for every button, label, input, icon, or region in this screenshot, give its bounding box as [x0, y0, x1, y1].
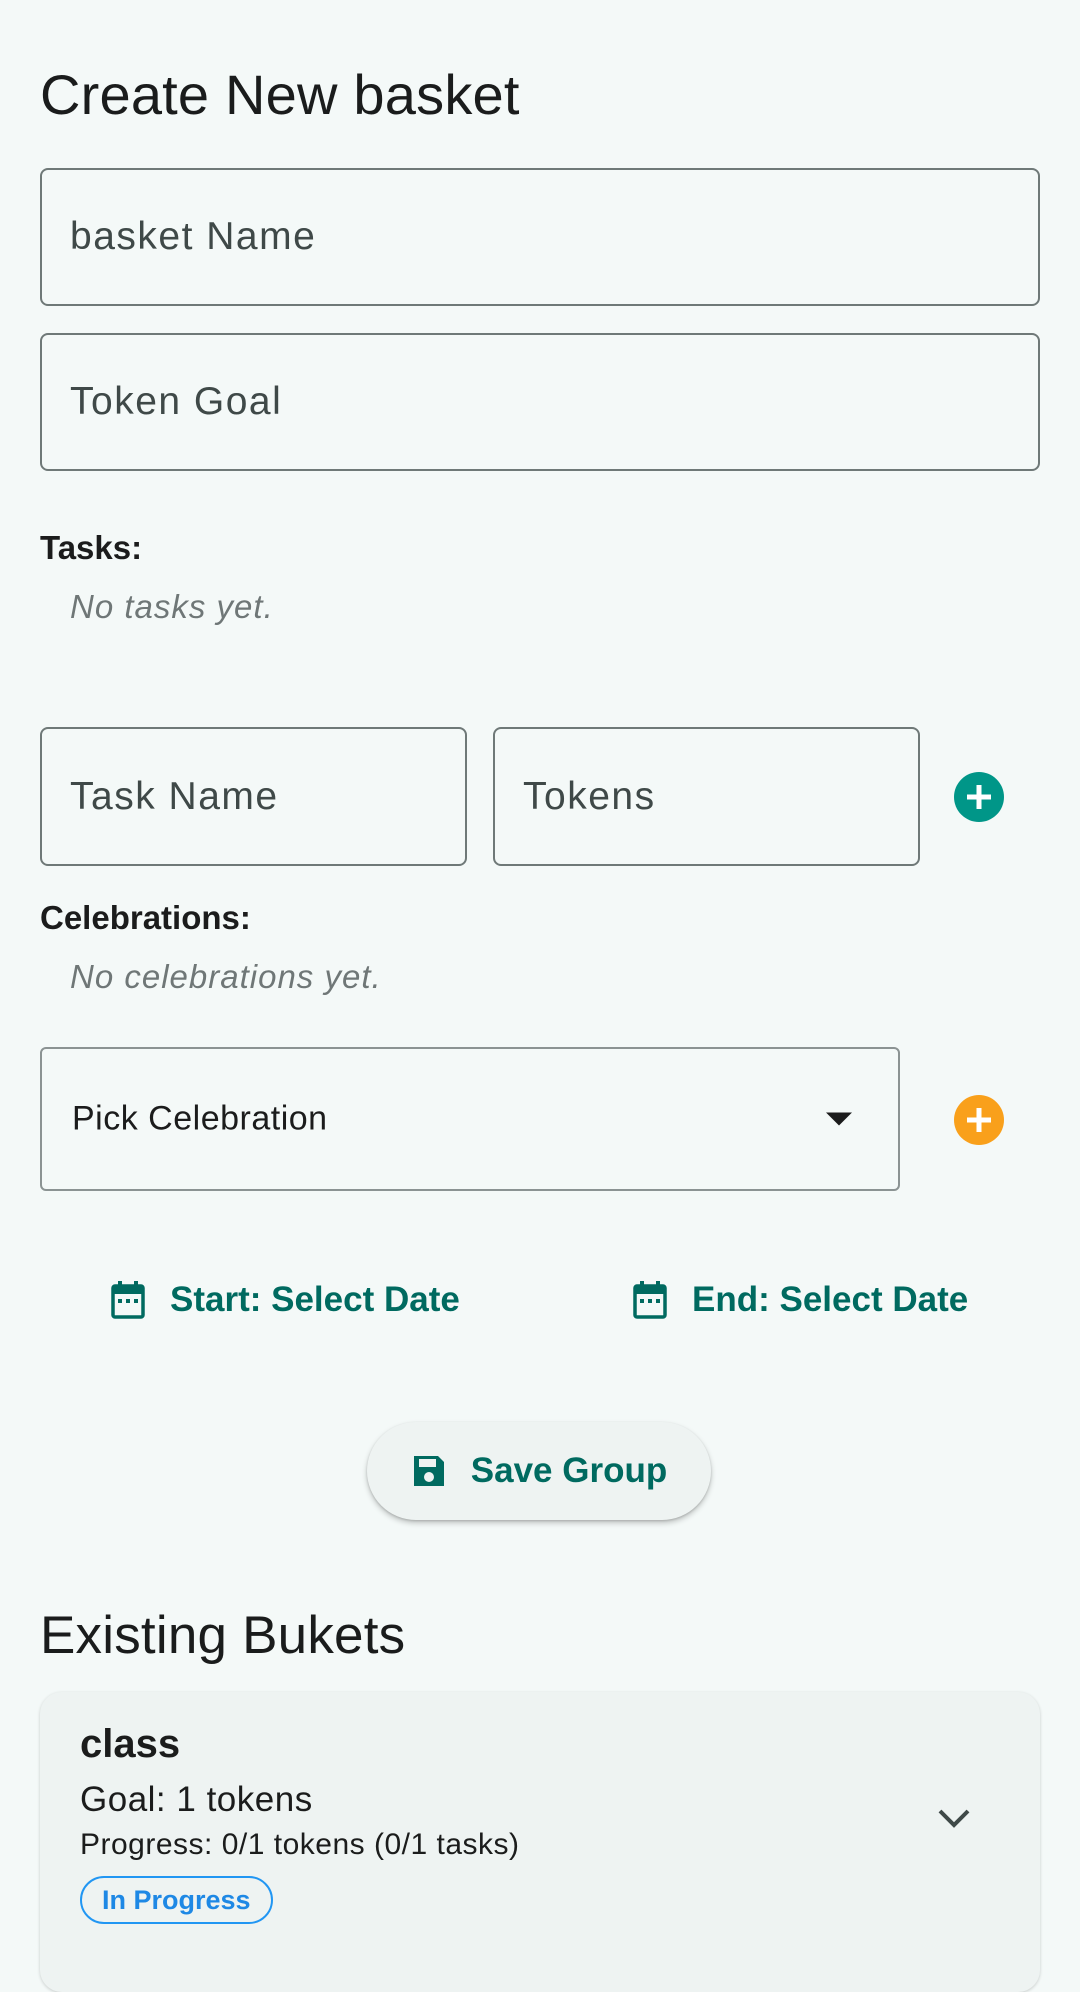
calendar-icon	[633, 1281, 667, 1319]
save-group-label: Save Group	[470, 1451, 668, 1490]
task-tokens-input[interactable]	[495, 729, 918, 864]
add-circle-icon	[967, 1108, 991, 1132]
celebration-picker-value: Pick Celebration	[72, 1099, 328, 1138]
chevron-down-icon[interactable]	[936, 1806, 972, 1830]
page-title: Create New basket	[40, 63, 520, 126]
basket-name-input[interactable]	[42, 170, 1038, 304]
add-circle-icon	[967, 785, 991, 809]
basket-card-name: class	[80, 1722, 181, 1766]
basket-name-field[interactable]	[40, 168, 1040, 306]
end-date-button[interactable]: End: Select Date	[632, 1280, 968, 1320]
basket-card-goal: Goal: 1 tokens	[80, 1780, 313, 1819]
celebrations-empty-note: No celebrations yet.	[70, 958, 382, 995]
end-date-label: End: Select Date	[692, 1280, 969, 1319]
status-badge: In Progress	[80, 1876, 273, 1924]
task-name-field[interactable]	[40, 727, 467, 866]
calendar-icon	[111, 1281, 145, 1319]
celebration-picker[interactable]: Pick Celebration	[40, 1047, 900, 1191]
add-task-button[interactable]	[954, 772, 1004, 822]
basket-card[interactable]: class Goal: 1 tokens Progress: 0/1 token…	[40, 1692, 1040, 1992]
save-icon	[413, 1456, 444, 1486]
dropdown-caret-icon	[826, 1112, 852, 1126]
start-date-label: Start: Select Date	[170, 1280, 460, 1319]
basket-card-progress: Progress: 0/1 tokens (0/1 tasks)	[80, 1828, 520, 1861]
save-group-button[interactable]: Save Group	[367, 1422, 711, 1520]
start-date-button[interactable]: Start: Select Date	[110, 1280, 460, 1320]
tasks-empty-note: No tasks yet.	[70, 588, 274, 625]
tasks-label: Tasks:	[40, 529, 143, 566]
celebrations-label: Celebrations:	[40, 899, 251, 936]
add-celebration-button[interactable]	[954, 1095, 1004, 1145]
task-tokens-field[interactable]	[493, 727, 920, 866]
existing-baskets-title: Existing Bukets	[40, 1606, 406, 1665]
token-goal-input[interactable]	[42, 335, 1038, 469]
task-name-input[interactable]	[42, 729, 465, 864]
token-goal-field[interactable]	[40, 333, 1040, 471]
